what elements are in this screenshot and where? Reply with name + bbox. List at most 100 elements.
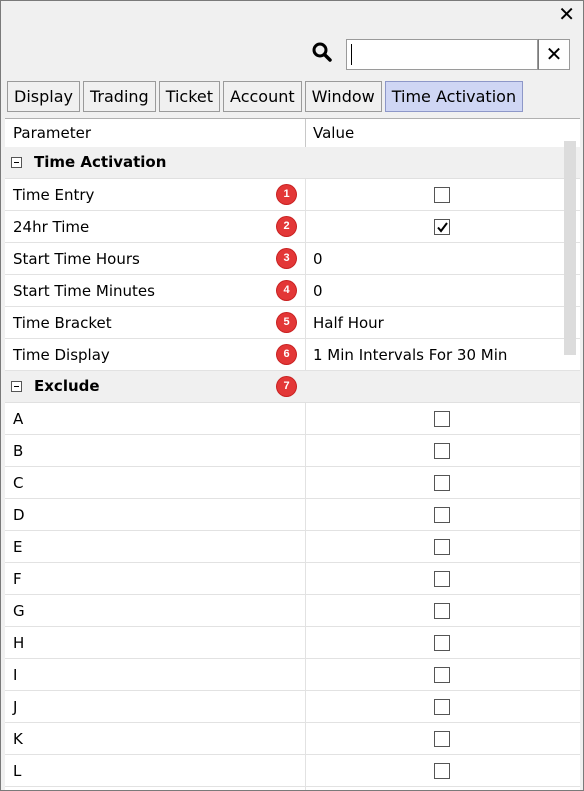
property-value[interactable]: 1 Min Intervals For 30 Min <box>313 346 507 364</box>
checkmark-icon <box>437 222 448 233</box>
column-divider <box>305 755 306 786</box>
property-checkbox[interactable] <box>434 571 450 587</box>
vertical-scrollbar-thumb[interactable] <box>564 141 576 355</box>
tab-account[interactable]: Account <box>223 81 302 112</box>
tab-display[interactable]: Display <box>7 81 80 112</box>
property-checkbox[interactable] <box>434 411 450 427</box>
property-row[interactable]: I <box>5 659 580 691</box>
column-divider <box>305 307 306 338</box>
property-grid: Parameter Value Time Activation Time Entr… <box>5 118 580 790</box>
property-row[interactable]: L <box>5 755 580 787</box>
property-row[interactable]: C <box>5 467 580 499</box>
property-checkbox[interactable] <box>434 763 450 779</box>
column-divider <box>305 467 306 498</box>
tab-trading[interactable]: Trading <box>82 81 156 112</box>
property-name: B <box>13 442 24 460</box>
property-checkbox[interactable] <box>434 475 450 491</box>
property-checkbox[interactable] <box>434 603 450 619</box>
property-row[interactable]: D <box>5 499 580 531</box>
property-name: Time Display <box>13 346 110 364</box>
property-row[interactable]: Time Entry 1 <box>5 179 580 211</box>
text-caret <box>351 44 352 65</box>
property-checkbox[interactable] <box>434 699 450 715</box>
category-time-activation[interactable]: Time Activation <box>5 147 580 179</box>
category-exclude[interactable]: Exclude 7 <box>5 371 580 403</box>
column-header-parameter[interactable]: Parameter <box>13 124 91 142</box>
property-value[interactable]: 0 <box>313 282 323 300</box>
property-checkbox[interactable] <box>434 731 450 747</box>
property-name: E <box>13 538 23 556</box>
property-name: G <box>13 602 25 620</box>
category-title: Exclude <box>34 377 100 395</box>
property-name: I <box>13 666 18 684</box>
column-header-value[interactable]: Value <box>313 124 354 142</box>
column-divider <box>305 179 306 210</box>
column-divider <box>305 243 306 274</box>
property-row[interactable]: Time Bracket 5 Half Hour <box>5 307 580 339</box>
property-checkbox[interactable] <box>434 507 450 523</box>
property-checkbox[interactable] <box>434 187 450 203</box>
search-icon <box>312 42 332 62</box>
property-row[interactable]: H <box>5 627 580 659</box>
property-name: Time Entry <box>13 186 95 204</box>
property-name: Start Time Hours <box>13 250 140 268</box>
callout-badge: 4 <box>277 281 296 300</box>
callout-badge: 7 <box>277 377 296 396</box>
column-divider[interactable] <box>305 119 306 147</box>
property-row[interactable]: E <box>5 531 580 563</box>
callout-badge: 2 <box>277 217 296 236</box>
callout-badge: 6 <box>277 345 296 364</box>
close-button[interactable]: ✕ <box>558 3 575 25</box>
property-name: K <box>13 730 23 748</box>
property-name: C <box>13 474 24 492</box>
property-row[interactable]: G <box>5 595 580 627</box>
property-name: H <box>13 634 25 652</box>
property-row[interactable]: 24hr Time 2 <box>5 211 580 243</box>
column-divider <box>305 659 306 690</box>
collapse-toggle-icon[interactable] <box>11 157 22 168</box>
property-name: D <box>13 506 25 524</box>
column-divider <box>305 691 306 722</box>
property-checkbox[interactable] <box>434 539 450 555</box>
property-name: A <box>13 410 24 428</box>
property-name: J <box>13 698 18 716</box>
property-row[interactable]: F <box>5 563 580 595</box>
property-name: F <box>13 570 22 588</box>
property-checkbox[interactable] <box>434 667 450 683</box>
search-clear-button[interactable]: ✕ <box>538 39 570 70</box>
callout-badge: 5 <box>277 313 296 332</box>
column-divider <box>305 499 306 530</box>
property-checkbox[interactable] <box>434 635 450 651</box>
category-title: Time Activation <box>34 153 167 171</box>
property-row[interactable]: Time Display 6 1 Min Intervals For 30 Min <box>5 339 580 371</box>
property-row[interactable]: J <box>5 691 580 723</box>
column-divider <box>305 339 306 370</box>
callout-badge: 3 <box>277 249 296 268</box>
grid-header: Parameter Value <box>5 119 580 148</box>
tab-bar: Display Trading Ticket Account Window Time Ac… <box>7 81 524 113</box>
property-row[interactable]: M <box>5 787 580 790</box>
property-name: L <box>13 762 22 780</box>
property-row[interactable]: Start Time Hours 3 0 <box>5 243 580 275</box>
column-divider <box>305 211 306 242</box>
collapse-toggle-icon[interactable] <box>11 381 22 392</box>
tab-time-activation[interactable]: Time Activation <box>384 81 524 112</box>
property-row[interactable]: B <box>5 435 580 467</box>
search-input[interactable] <box>346 39 538 70</box>
property-value[interactable]: Half Hour <box>313 314 384 332</box>
column-divider <box>305 723 306 754</box>
tab-window[interactable]: Window <box>304 81 382 112</box>
property-row[interactable]: Start Time Minutes 4 0 <box>5 275 580 307</box>
tab-ticket[interactable]: Ticket <box>158 81 221 112</box>
property-checkbox[interactable] <box>434 443 450 459</box>
column-divider <box>305 787 306 790</box>
property-checkbox[interactable] <box>434 219 450 235</box>
property-row[interactable]: K <box>5 723 580 755</box>
column-divider <box>305 595 306 626</box>
property-name: 24hr Time <box>13 218 90 236</box>
column-divider <box>305 435 306 466</box>
property-value[interactable]: 0 <box>313 250 323 268</box>
column-divider <box>305 531 306 562</box>
property-name: Start Time Minutes <box>13 282 155 300</box>
property-row[interactable]: A <box>5 403 580 435</box>
